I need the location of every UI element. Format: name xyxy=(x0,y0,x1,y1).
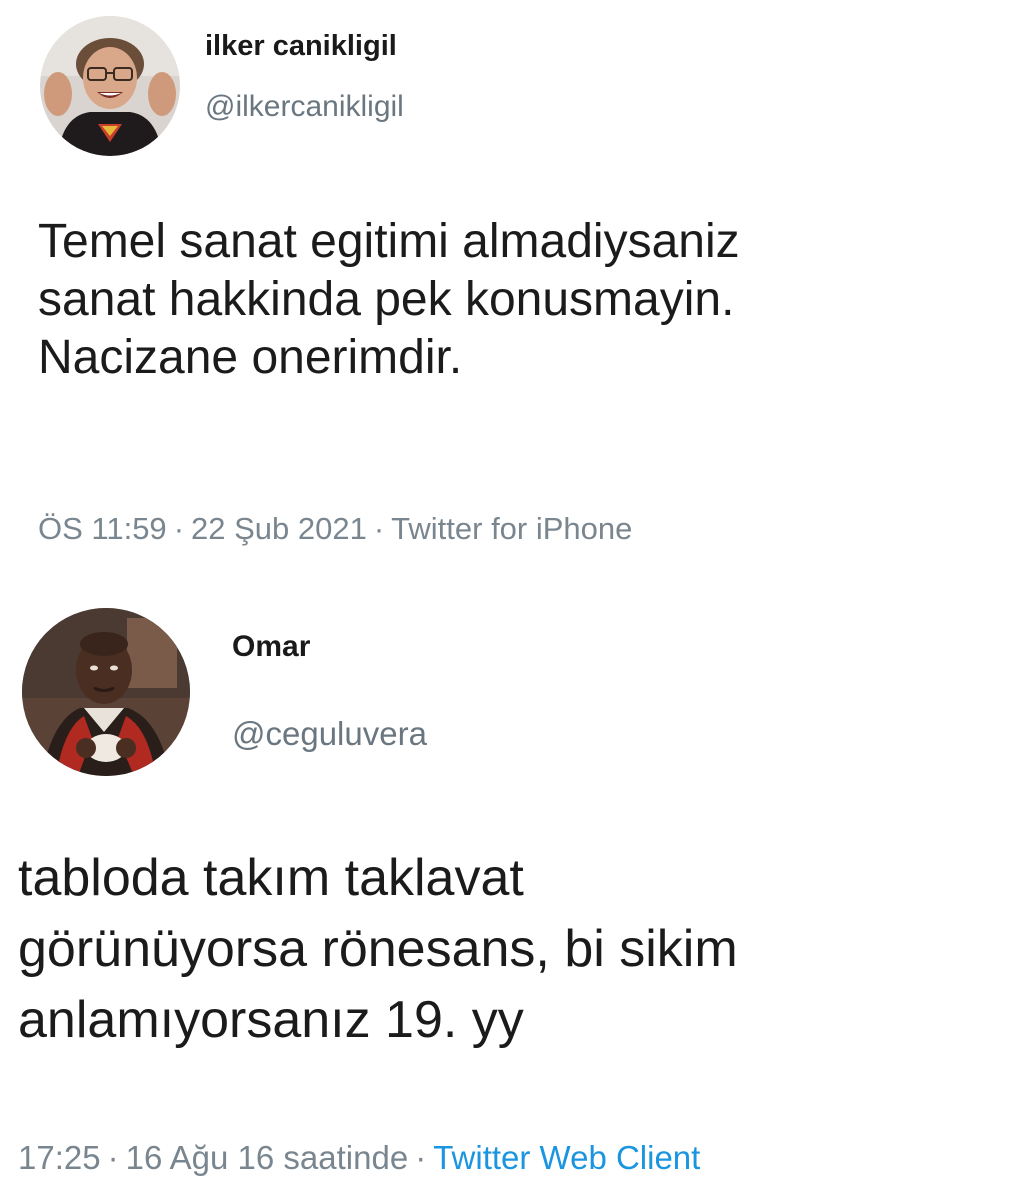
tweet-source[interactable]: Twitter for iPhone xyxy=(391,511,632,546)
tweet-text-line: Nacizane onerimdir. xyxy=(38,331,463,384)
avatar-photo-icon xyxy=(40,16,180,156)
tweet-text-line: tabloda takım taklavat xyxy=(18,849,524,907)
meta-separator: · xyxy=(107,1139,119,1176)
tweet-text: tabloda takım taklavat görünüyorsa rönes… xyxy=(18,843,738,1056)
author-name[interactable]: Omar xyxy=(232,630,310,664)
tweet-meta: 17:25 · 16 Ağu 16 saatinde · Twitter Web Cli… xyxy=(18,1139,700,1177)
author-name[interactable]: ilker canikligil xyxy=(205,30,397,63)
avatar[interactable] xyxy=(40,16,180,156)
tweet-text-line: görünüyorsa rönesans, bi sikim xyxy=(18,920,738,978)
tweet-time[interactable]: ÖS 11:59 xyxy=(38,511,167,546)
tweet-card: Omar @ceguluvera tabloda takım taklavat … xyxy=(0,585,1034,1200)
tweet-time[interactable]: 17:25 xyxy=(18,1139,101,1176)
author-handle[interactable]: @ilkercanikligil xyxy=(205,90,404,124)
meta-separator: · xyxy=(173,511,185,546)
meta-separator: · xyxy=(373,511,385,546)
tweet-card: ilker canikligil @ilkercanikligil Temel … xyxy=(0,0,1034,585)
meta-separator: · xyxy=(415,1139,427,1176)
tweet-text-line: anlamıyorsanız 19. yy xyxy=(18,991,524,1049)
tweet-text: Temel sanat egitimi almadiysaniz sanat h… xyxy=(38,213,740,387)
tweet-source[interactable]: Twitter Web Client xyxy=(433,1139,700,1176)
author-handle[interactable]: @ceguluvera xyxy=(232,715,427,753)
tweet-date[interactable]: 16 Ağu 16 saatinde xyxy=(126,1139,409,1176)
tweet-text-line: sanat hakkinda pek konusmayin. xyxy=(38,273,735,326)
tweet-date[interactable]: 22 Şub 2021 xyxy=(191,511,367,546)
tweet-meta: ÖS 11:59 · 22 Şub 2021 · Twitter for iPhone xyxy=(38,511,632,547)
tweet-text-line: Temel sanat egitimi almadiysaniz xyxy=(38,215,740,268)
avatar[interactable] xyxy=(22,608,190,776)
avatar-photo-icon xyxy=(22,608,190,776)
